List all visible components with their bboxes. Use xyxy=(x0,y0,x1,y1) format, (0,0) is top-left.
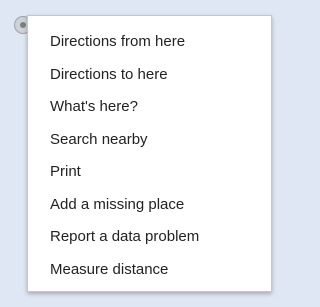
menu-item-report-data-problem[interactable]: Report a data problem xyxy=(28,221,271,254)
menu-item-directions-to-here[interactable]: Directions to here xyxy=(28,59,271,92)
map-context-menu: Directions from here Directions to here … xyxy=(27,15,272,292)
menu-item-whats-here[interactable]: What's here? xyxy=(28,91,271,124)
menu-item-measure-distance[interactable]: Measure distance xyxy=(28,254,271,287)
menu-item-directions-from-here[interactable]: Directions from here xyxy=(28,26,271,59)
menu-item-print[interactable]: Print xyxy=(28,156,271,189)
menu-item-add-missing-place[interactable]: Add a missing place xyxy=(28,189,271,222)
menu-item-search-nearby[interactable]: Search nearby xyxy=(28,124,271,157)
